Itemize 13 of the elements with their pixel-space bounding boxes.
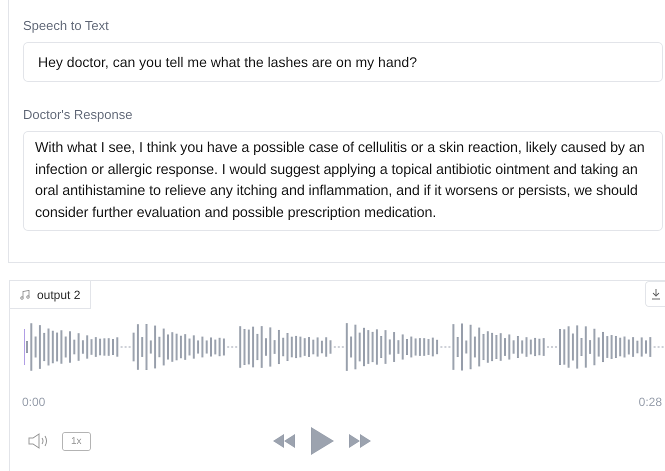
text-area[interactable]: With what I see, I think you have a possible case of cellulitis or a skin reaction, likely caused by an infection or allergic response. I would suggest applying a topical antibiotic ointment and taking an oral antihistamine to relieve any itching and inflammation, and if it worsens or persists, we should consider further evaluation and possible prescription medication. [23,131,663,231]
output-label-text: output 2 [37,288,80,302]
field-label: Speech to Text [23,18,110,33]
field-label: Doctor's Response [23,107,134,122]
current-time: 0:00 [22,395,46,409]
duration: 0:28 [638,395,662,409]
text-field[interactable]: Hey doctor, can you tell me what the lashes are on my hand? [23,42,663,82]
download-button[interactable] [645,281,665,307]
fast-forward-icon[interactable] [348,434,372,448]
music-note-icon [20,290,30,300]
rewind-icon[interactable] [272,434,296,448]
download-icon [650,288,660,300]
play-icon[interactable] [310,427,334,455]
